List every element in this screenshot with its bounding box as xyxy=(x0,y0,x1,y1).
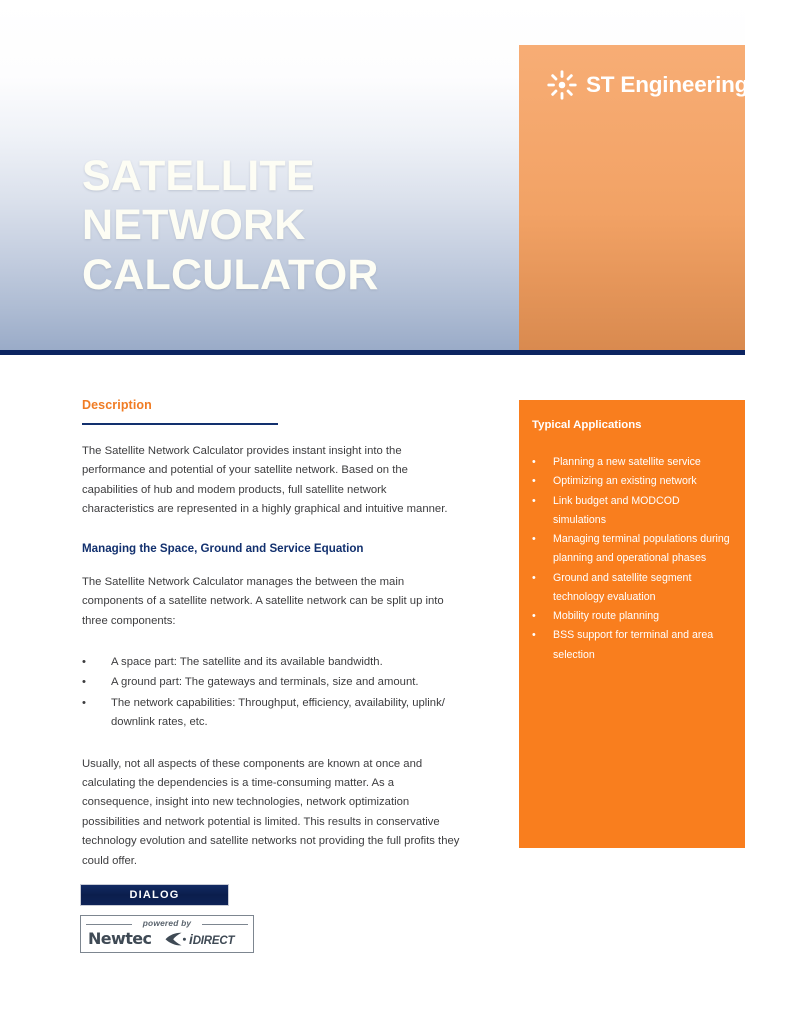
typical-applications-heading: Typical Applications xyxy=(532,419,642,431)
description-heading: Description xyxy=(82,398,152,412)
idirect-swoosh-icon xyxy=(165,932,186,946)
idirect-wordmark: iDIRECT xyxy=(189,931,235,947)
list-item-label: BSS support for terminal and area select… xyxy=(553,629,714,661)
header-right-margin xyxy=(745,0,791,355)
list-item-label: Optimizing an existing network xyxy=(553,475,697,488)
list-item: • A ground part: The gateways and termin… xyxy=(82,673,460,692)
list-item: • BSS support for terminal and area sele… xyxy=(519,626,745,665)
powered-by-label: powered by xyxy=(142,918,192,928)
list-item: • Managing terminal populations during p… xyxy=(519,530,745,569)
page-title-line-3: CALCULATOR xyxy=(82,250,379,299)
brand-logo: ST Engineering xyxy=(547,70,748,100)
bullet-icon: • xyxy=(82,655,86,668)
managing-paragraph: The Satellite Network Calculator manages… xyxy=(82,575,444,627)
list-item: • Mobility route planning xyxy=(519,607,745,626)
bullet-icon: • xyxy=(532,610,536,623)
bullet-icon: • xyxy=(532,629,536,642)
list-item: • A space part: The satellite and its av… xyxy=(82,653,460,672)
bullet-icon: • xyxy=(82,696,86,709)
newtec-idirect-logo: powered by Newtec iDIRECT xyxy=(80,915,254,953)
brand-wordmark: ST Engineering xyxy=(586,71,749,97)
list-item-label: Link budget and MODCOD simulations xyxy=(553,494,680,526)
newtec-wordmark: Newtec xyxy=(88,929,152,948)
list-item: • Link budget and MODCOD simulations xyxy=(519,492,745,531)
page-title: SATELLITE NETWORK CALCULATOR xyxy=(82,152,379,300)
list-item-label: Managing terminal populations during pla… xyxy=(553,533,730,565)
bullet-icon: • xyxy=(532,494,536,507)
list-item-label: Planning a new satellite service xyxy=(553,456,701,468)
bullet-icon: • xyxy=(82,676,86,689)
idirect-rest: DIRECT xyxy=(192,935,235,947)
list-item: • Optimizing an existing network xyxy=(519,472,745,491)
managing-heading: Managing the Space, Ground and Service E… xyxy=(82,541,364,555)
page-title-line-1: SATELLITE xyxy=(82,152,315,200)
page-header: ST Engineering SATELLITE NETWORK CALCULA… xyxy=(0,0,791,355)
description-paragraph: The Satellite Network Calculator provide… xyxy=(82,445,448,516)
main-content-column: Description The Satellite Network Calcul… xyxy=(82,398,460,871)
list-item-label: A space part: The satellite and its avai… xyxy=(111,655,383,668)
header-divider-rule xyxy=(0,350,745,355)
components-list: • A space part: The satellite and its av… xyxy=(82,653,460,733)
header-brand-block: ST Engineering xyxy=(519,45,748,350)
list-item-label: Ground and satellite segment technology … xyxy=(553,571,692,603)
st-engineering-burst-icon xyxy=(547,70,577,100)
list-item: • The network capabilities: Throughput, … xyxy=(82,694,460,733)
description-underline xyxy=(82,423,278,425)
closing-paragraph: Usually, not all aspects of these compon… xyxy=(82,757,460,867)
list-item-label: Mobility route planning xyxy=(553,610,659,623)
bullet-icon: • xyxy=(532,456,536,468)
dialog-product-badge: DIALOG xyxy=(80,884,229,906)
list-item-label: The network capabilities: Throughput, ef… xyxy=(111,696,445,729)
list-item: • Ground and satellite segment technolog… xyxy=(519,569,745,608)
page-title-line-2: NETWORK xyxy=(82,201,306,250)
dialog-badge-label: DIALOG xyxy=(129,889,180,901)
typical-applications-panel: Typical Applications • Planning a new sa… xyxy=(519,400,745,848)
bullet-icon: • xyxy=(532,571,536,584)
list-item-label: A ground part: The gateways and terminal… xyxy=(111,676,419,689)
footer-logo-group: DIALOG powered by Newtec iDIRECT xyxy=(80,884,254,953)
list-item: • Planning a new satellite service xyxy=(519,453,745,472)
bullet-icon: • xyxy=(532,533,536,546)
typical-applications-list: • Planning a new satellite service • Opt… xyxy=(519,453,745,665)
bullet-icon: • xyxy=(532,475,536,488)
